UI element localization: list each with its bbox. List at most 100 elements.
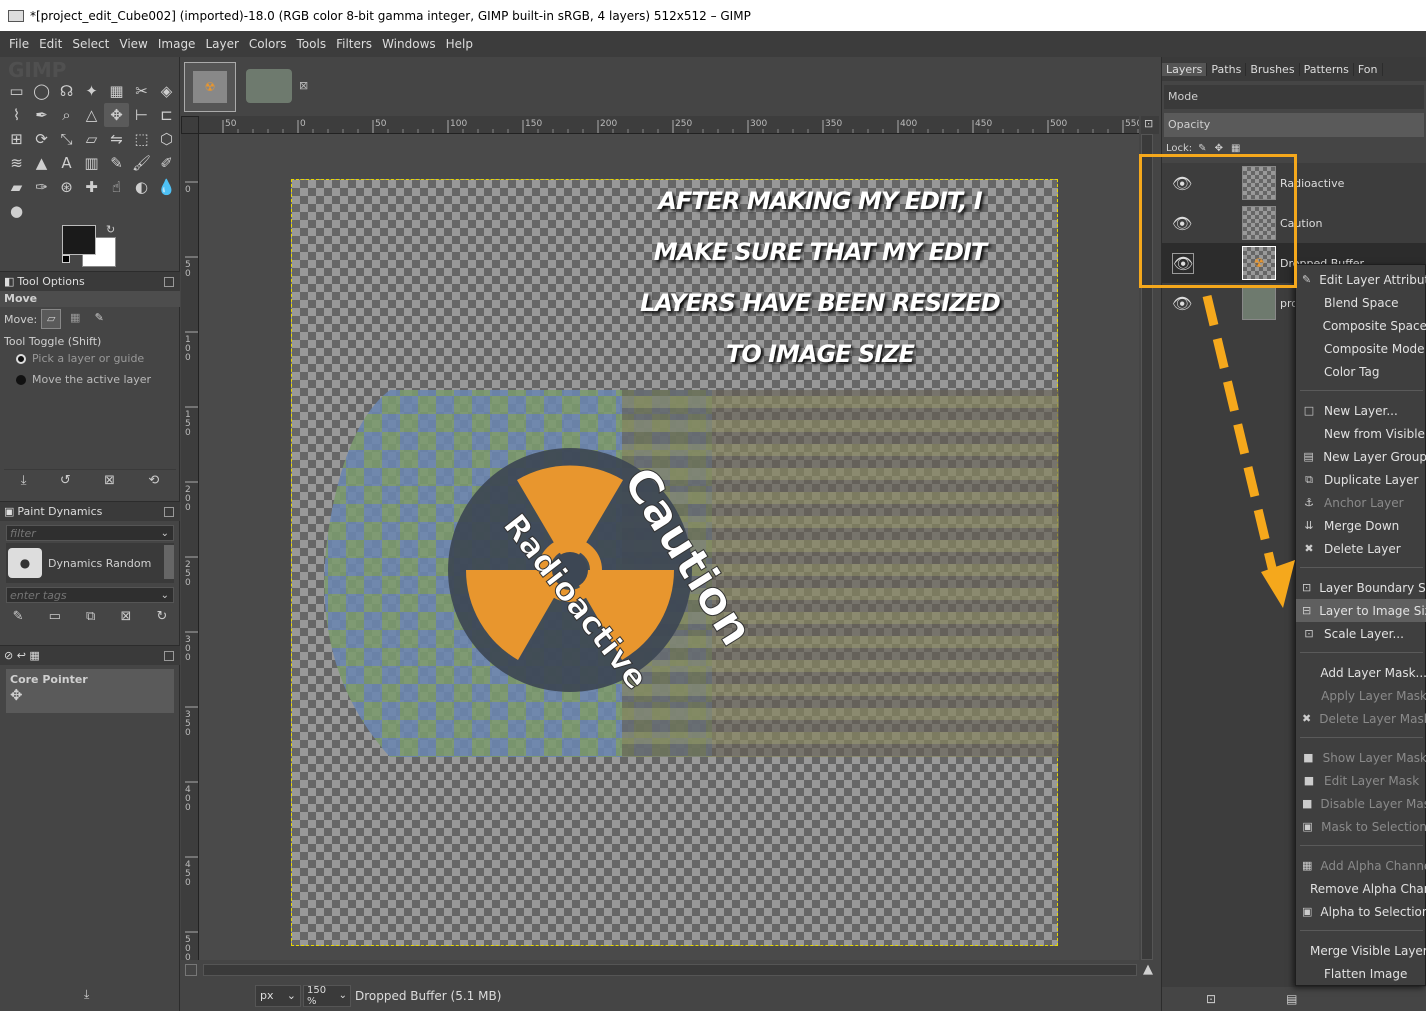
rect-select-tool-icon[interactable]: ▭ [4,79,29,103]
tool-options-tab[interactable]: ◧ Tool Options [0,271,180,291]
image-tab-project[interactable]: ☢ [184,62,236,112]
delete-dynamics-icon[interactable]: ⊠ [120,609,131,624]
edit-dynamics-icon[interactable]: ✎ [13,609,24,624]
dynamics-tags-input[interactable] [7,588,157,602]
menu-item-layer-to-image-size[interactable]: ⊟Layer to Image Size [1296,599,1426,622]
panel-menu-icon[interactable] [164,650,174,661]
menu-item-disable-layer-mask[interactable]: ■ Disable Layer Mask [1296,792,1426,815]
radio-pick-layer[interactable] [16,353,26,364]
menu-item-apply-layer-mask[interactable]: Apply Layer Mask [1296,684,1426,707]
tab-brushes[interactable]: Brushes [1246,62,1300,76]
cage-tool-icon[interactable]: ⬡ [154,127,179,151]
airbrush-tool-icon[interactable]: ✐ [154,151,179,175]
panel-menu-icon[interactable] [164,276,174,287]
menu-file[interactable]: File [4,37,34,51]
menu-item-merge-visible-layers[interactable]: Merge Visible Layers... [1296,939,1426,962]
menu-item-new-layer-group[interactable]: ▤ New Layer Group [1296,445,1426,468]
vertical-ruler[interactable]: 050100150200250300350400450500 [181,134,199,960]
device-status-tabs[interactable]: ⊘ ↩ ▦ [0,645,180,665]
ellipse-select-tool-icon[interactable]: ◯ [29,79,54,103]
paint-dynamics-tab[interactable]: ▣ Paint Dynamics [0,501,180,521]
quick-mask-corner[interactable] [181,116,199,134]
menu-item-remove-alpha-channel[interactable]: Remove Alpha Channel [1296,877,1426,900]
menu-layer[interactable]: Layer [200,37,243,51]
free-select-tool-icon[interactable]: ☊ [54,79,79,103]
foreground-color-swatch-top[interactable] [62,225,96,255]
new-dynamics-icon[interactable]: ▭ [49,609,61,624]
myPaint-tool-icon[interactable]: ● [4,199,29,223]
new-layer-icon[interactable]: ⊡ [1206,992,1216,1006]
color-picker-tool-icon[interactable]: ✒ [29,103,54,127]
menu-image[interactable]: Image [153,37,201,51]
move-selection-mode-icon[interactable]: ▦ [65,309,85,329]
restore-options-icon[interactable]: ↺ [60,473,71,488]
menu-item-flatten-image[interactable]: Flatten Image [1296,962,1426,985]
bucket-fill-tool-icon[interactable]: ▲ [29,151,54,175]
menu-item-new-from-visible[interactable]: New from Visible [1296,422,1426,445]
dynamics-scrollbar[interactable] [164,545,174,579]
tab-paths[interactable]: Paths [1207,62,1247,76]
menu-item-scale-layer[interactable]: ⊡ Scale Layer... [1296,622,1426,645]
mode-selector[interactable]: Mode [1164,85,1424,109]
eye-icon[interactable]: 👁 [1172,294,1194,313]
menu-select[interactable]: Select [67,37,114,51]
delete-options-icon[interactable]: ⊠ [104,473,115,488]
by-color-tool-icon[interactable]: ▦ [104,79,129,103]
menu-windows[interactable]: Windows [377,37,441,51]
move-path-mode-icon[interactable]: ✎ [89,309,109,329]
default-colors-icon[interactable] [62,255,70,263]
eraser-tool-icon[interactable]: ▰ [4,175,29,199]
move-tool-icon[interactable]: ✥ [104,103,129,127]
heal-tool-icon[interactable]: ✚ [79,175,104,199]
menu-item-show-layer-mask[interactable]: ■ Show Layer Mask [1296,746,1426,769]
menu-view[interactable]: View [114,37,152,51]
radio-move-active[interactable] [16,374,26,385]
paintbrush-tool-icon[interactable]: 🖌 [129,151,154,175]
menu-item-duplicate-layer[interactable]: ⧉ Duplicate Layer [1296,468,1426,491]
warp-tool-icon[interactable]: ≋ [4,151,29,175]
close-tab-icon[interactable]: ⊠ [299,79,308,92]
menu-item-add-alpha-channel[interactable]: ▦ Add Alpha Channel [1296,854,1426,877]
pencil-tool-icon[interactable]: ✎ [104,151,129,175]
chevron-down-icon[interactable]: ⌄ [157,528,173,539]
lock-position-icon[interactable]: ✥ [1215,143,1223,154]
quick-mask-toggle[interactable] [185,964,197,976]
menu-item-delete-layer[interactable]: ✖ Delete Layer [1296,537,1426,560]
menu-item-edit-layer-attributes[interactable]: ✎ Edit Layer Attributes [1296,268,1426,291]
menu-item-alpha-to-selection[interactable]: ▣ Alpha to Selection [1296,900,1426,923]
foreground-select-tool-icon[interactable]: ◈ [154,79,179,103]
clone-tool-icon[interactable]: ⊛ [54,175,79,199]
menu-help[interactable]: Help [441,37,478,51]
duplicate-dynamics-icon[interactable]: ⧉ [86,609,95,624]
move-layer-mode-icon[interactable]: ▱ [41,309,62,329]
rotate-tool-icon[interactable]: ⟳ [29,127,54,151]
reset-options-icon[interactable]: ⟲ [148,473,159,488]
refresh-dynamics-icon[interactable]: ↻ [156,609,167,624]
shear-tool-icon[interactable]: ▱ [79,127,104,151]
panel-menu-icon[interactable] [164,506,174,517]
menu-item-add-layer-mask[interactable]: Add Layer Mask... [1296,661,1426,684]
measure-tool-icon[interactable]: △ [79,103,104,127]
paths-tool-icon[interactable]: ⌇ [4,103,29,127]
menu-item-new-layer[interactable]: □ New Layer... [1296,399,1426,422]
menu-tools[interactable]: Tools [292,37,332,51]
fuzzy-select-tool-icon[interactable]: ✦ [79,79,104,103]
blur-tool-icon[interactable]: 💧 [154,175,179,199]
dynamics-filter-input[interactable] [7,526,157,540]
menu-item-anchor-layer[interactable]: ⚓ Anchor Layer [1296,491,1426,514]
chevron-down-icon[interactable]: ⌄ [157,590,173,601]
menu-item-color-tag[interactable]: Color Tag [1296,360,1426,383]
dodge-tool-icon[interactable]: ◐ [129,175,154,199]
save-device-icon[interactable]: ⤓ [84,987,89,1002]
navigate-icon[interactable]: ▲ [1143,962,1153,977]
lock-pixels-icon[interactable]: ✎ [1198,143,1206,154]
tab-patterns[interactable]: Patterns [1300,62,1354,76]
flip-tool-icon[interactable]: ⇋ [104,127,129,151]
horizontal-scrollbar[interactable] [203,964,1137,976]
image-tab-second[interactable] [241,62,293,112]
menu-item-layer-boundary-size[interactable]: ⊡Layer Boundary Size... [1296,576,1426,599]
perspective-tool-icon[interactable]: ⬚ [129,127,154,151]
menu-item-merge-down[interactable]: ⇊ Merge Down [1296,514,1426,537]
scale-tool-icon[interactable]: ⤡ [54,127,79,151]
menu-filters[interactable]: Filters [331,37,377,51]
